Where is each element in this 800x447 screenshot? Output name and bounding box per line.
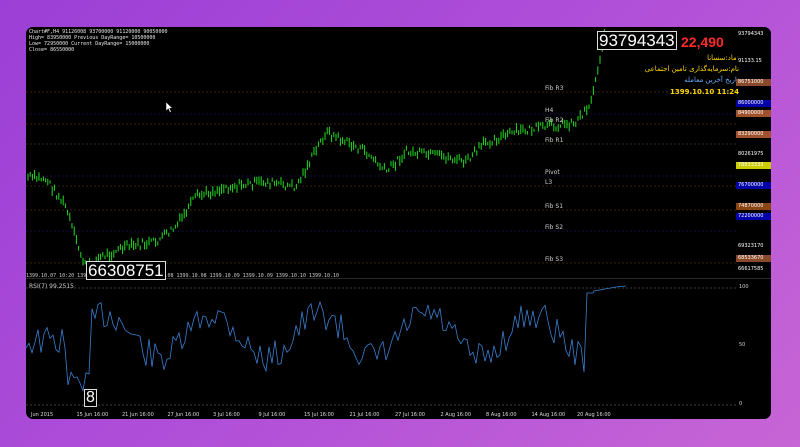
change-value: 22,490 [681,34,724,50]
price-axis-label: 74870000 [736,203,771,210]
time-axis-label: 2 Aug 16:00 [440,412,472,418]
price-axis-label: 84900000 [736,110,771,117]
price-axis-label: 66617585 [736,266,771,273]
level-label: Fib R2 [545,117,564,124]
price-axis-label: 86000000 [736,100,771,107]
symbol-text: نماد:سسانا [707,54,739,62]
rsi-value-box: 8 [84,389,97,407]
time-axis-label: 15 Jun 16:00 [76,412,109,418]
time-axis-label: 27 Jun 16:00 [167,412,200,418]
time-axis-label: 3 Jul 16:00 [213,412,240,418]
rsi-label: RSI(7) 99.2515 [29,283,74,290]
time-axis-label: 15 Jul 16:00 [304,412,334,418]
rsi-axis-bot: 0 [739,401,743,407]
price-axis-label: 86751000 [736,79,771,86]
price-axis-label: 91133.15 [736,58,771,65]
time-axis-label: Jun 2015 [31,412,54,418]
price-axis-label: 93794343 [736,31,771,38]
time-axis-label: 20 Aug 16:00 [577,412,611,418]
chart-window[interactable]: Chart#F,H4 91126008 93700000 91120000 90… [26,27,771,419]
low-price-box: 66308751 [86,261,166,280]
time-axis-label: 14 Aug 16:00 [531,412,566,418]
price-axis-label: 69323170 [736,243,771,250]
rsi-line [26,285,627,392]
level-label: Fib S2 [545,224,564,231]
company-text: نام:سرمایه‌گذاری تامین اجتماعی [644,65,739,73]
level-label: Fib S3 [545,256,564,263]
time-axis-label: 21 Jun 16:00 [122,412,154,418]
level-label: Fib R1 [545,137,564,144]
price-axis-label: 83290000 [736,131,771,138]
level-label: L3 [545,179,553,186]
mouse-cursor-icon [165,101,174,113]
price-axis-label: 72200000 [736,213,771,220]
level-label: Pivot [545,169,560,176]
time-axis-label: 9 Jul 16:00 [258,412,286,418]
rsi-chart[interactable] [26,281,771,411]
price-axis-label: 68533670 [736,255,771,262]
high-price-box: 93794343 [597,31,677,50]
time-axis-label: 21 Jul 16:00 [349,412,380,418]
last-trade-title: تاریخ آخرین معامله [684,76,739,84]
rsi-axis-top: 100 [739,284,749,290]
last-trade-time: 1399.10.10 11:24 [669,88,739,96]
level-label: H4 [545,107,554,114]
price-axis-label: 76700000 [736,182,771,189]
price-axis-label: 80261975 [736,151,771,158]
date-row: 1399.10.07 10:20 1399.10.08 1399.10.07 1… [26,273,340,279]
rsi-axis-mid: 50 [739,342,746,348]
time-axis-label: 8 Aug 16:00 [486,412,517,418]
level-label: Fib R3 [545,85,564,92]
price-axis-label: 78833333 [736,162,771,169]
level-label: Fib S1 [545,203,564,210]
time-axis-label: 27 Jul 16:00 [395,412,425,418]
